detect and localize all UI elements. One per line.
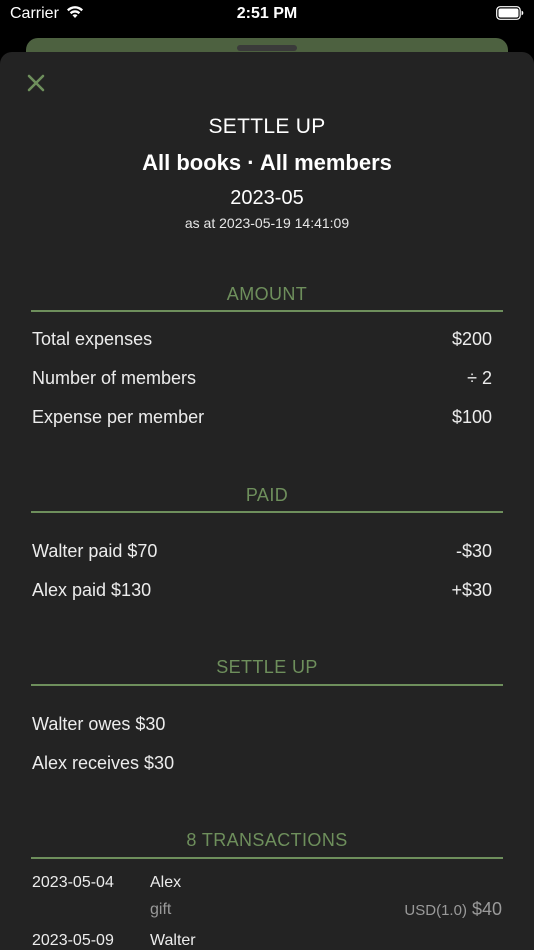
settle-row-label: Alex receives $30	[32, 753, 175, 773]
status-time: 2:51 PM	[236, 5, 298, 22]
period-label: 2023-05	[230, 187, 304, 209]
expense-per-member-label: Expense per member	[32, 407, 205, 427]
transaction-note: gift	[150, 901, 172, 918]
paid-divider	[31, 511, 503, 513]
as-at-timestamp: as at 2023-05-19 14:41:09	[184, 215, 350, 231]
paid-row-value: -$30	[455, 541, 492, 561]
total-expenses-label: Total expenses	[32, 329, 153, 349]
amount-divider	[31, 310, 503, 312]
close-icon[interactable]	[24, 71, 48, 95]
transactions-section-header: 8 TRANSACTIONS	[186, 830, 348, 850]
member-count-label: Number of members	[32, 368, 197, 388]
transactions-divider	[31, 857, 503, 859]
transaction-date[interactable]: 2023-05-09	[32, 932, 114, 950]
transaction-member[interactable]: Alex	[150, 874, 181, 892]
settle-section-header: SETTLE UP	[216, 657, 318, 677]
transaction-date[interactable]: 2023-05-04	[32, 874, 114, 892]
scope-title: All books · All members	[142, 150, 392, 175]
member-count-value: ÷ 2	[467, 368, 492, 388]
settle-row-label: Walter owes $30	[32, 714, 166, 734]
transaction-member[interactable]: Walter	[150, 932, 196, 950]
settle-divider	[31, 684, 503, 686]
total-expenses-value: $200	[451, 329, 492, 349]
sheet-grabber[interactable]	[237, 45, 297, 51]
paid-row-label: Alex paid $130	[32, 580, 152, 600]
transaction-currency: USD(1.0)	[404, 902, 467, 919]
transaction-amount-value: $40	[471, 899, 502, 919]
battery-icon	[496, 6, 524, 20]
page-title: SETTLE UP	[208, 115, 326, 138]
amount-section-header: AMOUNT	[226, 284, 308, 304]
transaction-amount: USD(1.0) $40	[404, 899, 502, 920]
status-bar: Carrier 2:51 PM	[0, 0, 534, 28]
paid-row-label: Walter paid $70	[32, 541, 158, 561]
expense-per-member-value: $100	[451, 407, 492, 427]
paid-section-header: PAID	[245, 485, 289, 505]
paid-row-value: +$30	[451, 580, 492, 600]
